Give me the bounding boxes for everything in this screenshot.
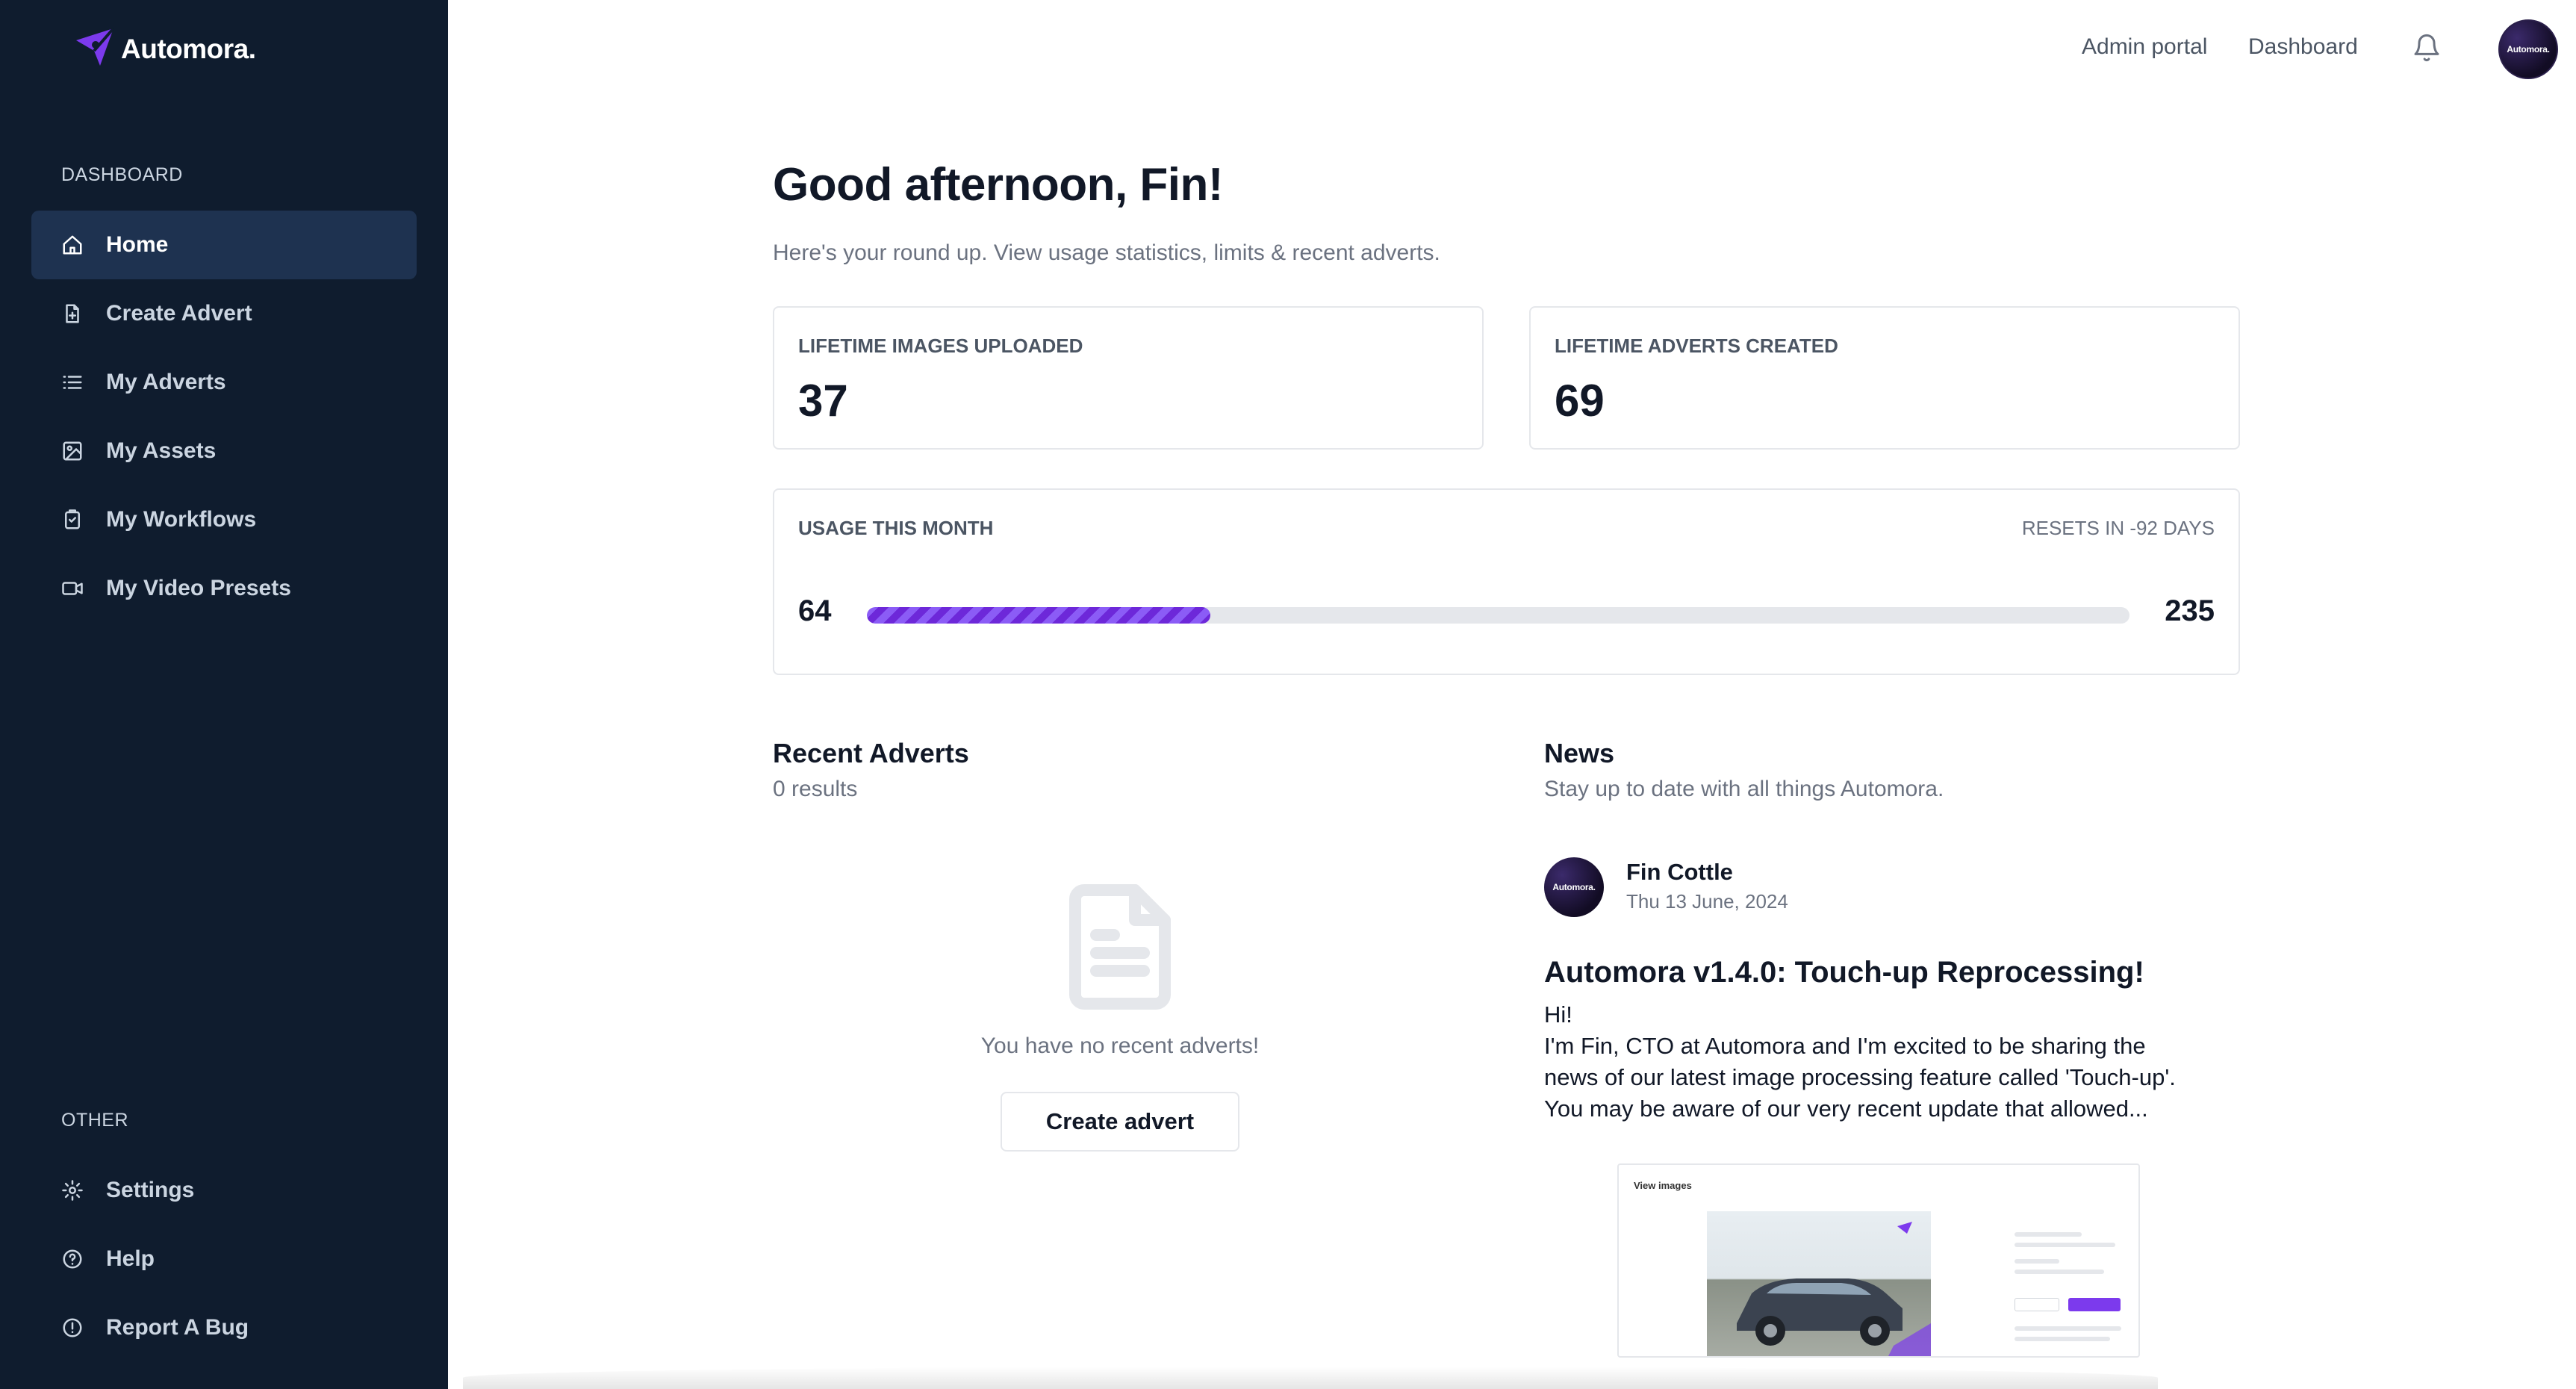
sidebar-item-label: My Assets xyxy=(106,438,217,463)
help-circle-icon xyxy=(61,1248,84,1270)
sidebar-item-my-workflows[interactable]: My Workflows xyxy=(31,485,417,554)
recent-adverts-count: 0 results xyxy=(773,777,858,801)
news-subtitle: Stay up to date with all things Automora… xyxy=(1544,777,1944,801)
stat-value: 37 xyxy=(798,376,848,426)
sidebar-item-report-bug[interactable]: Report A Bug xyxy=(31,1293,417,1362)
news-image-title: View images xyxy=(1634,1180,1692,1191)
author-avatar: Automora. xyxy=(1544,857,1604,917)
sidebar-item-label: My Adverts xyxy=(106,370,226,394)
usage-label: USAGE THIS MONTH xyxy=(798,517,994,539)
sidebar-item-label: Report A Bug xyxy=(106,1315,249,1340)
bottom-scroll-shadow xyxy=(463,1367,2158,1389)
news-screenshot-image: View images xyxy=(1617,1163,2140,1358)
brand-name: Automora. xyxy=(121,33,256,64)
sidebar-item-label: Create Advert xyxy=(106,301,252,326)
avatar-text: Automora. xyxy=(1552,882,1596,892)
news-body-line: You may be aware of our very recent upda… xyxy=(1544,1096,2148,1122)
admin-portal-link[interactable]: Admin portal xyxy=(2082,34,2207,60)
usage-used: 64 xyxy=(798,594,832,627)
brand-logo[interactable]: Automora. xyxy=(73,25,256,72)
news-author: Fin Cottle xyxy=(1626,859,1733,885)
file-plus-icon xyxy=(61,302,84,325)
empty-state-text: You have no recent adverts! xyxy=(980,1034,1260,1058)
stat-label: LIFETIME IMAGES UPLOADED xyxy=(798,335,1083,357)
news-body: Hi! I'm Fin, CTO at Automora and I'm exc… xyxy=(1544,999,2231,1125)
paper-plane-logo-icon xyxy=(73,25,116,72)
news-date: Thu 13 June, 2024 xyxy=(1626,890,1788,913)
sidebar-item-help[interactable]: Help xyxy=(31,1225,417,1293)
stat-value: 69 xyxy=(1555,376,1605,426)
empty-document-icon xyxy=(1069,884,1171,1010)
list-icon xyxy=(61,371,84,394)
sidebar-item-home[interactable]: Home xyxy=(31,211,417,279)
page-subtitle: Here's your round up. View usage statist… xyxy=(773,240,1440,265)
clipboard-icon xyxy=(61,509,84,531)
news-headline[interactable]: Automora v1.4.0: Touch-up Reprocessing! xyxy=(1544,956,2144,989)
stat-card-adverts: LIFETIME ADVERTS CREATED 69 xyxy=(1529,306,2240,450)
usage-progress-fill xyxy=(867,607,1210,624)
stat-card-images: LIFETIME IMAGES UPLOADED 37 xyxy=(773,306,1484,450)
page-title: Good afternoon, Fin! xyxy=(773,159,1224,211)
other-section-label: OTHER xyxy=(61,1110,128,1131)
dashboard-link[interactable]: Dashboard xyxy=(2248,34,2358,60)
stat-label: LIFETIME ADVERTS CREATED xyxy=(1555,335,1838,357)
sidebar-item-label: Help xyxy=(106,1246,155,1271)
sidebar-nav: Home Create Advert My Adverts My Assets … xyxy=(31,211,417,623)
avatar-text: Automora. xyxy=(2507,44,2550,55)
sidebar-item-label: My Workflows xyxy=(106,507,257,532)
sidebar-item-label: My Video Presets xyxy=(106,576,291,600)
car-photo xyxy=(1707,1211,1931,1356)
home-icon xyxy=(61,234,84,256)
bell-icon[interactable] xyxy=(2412,33,2442,63)
create-advert-button[interactable]: Create advert xyxy=(1001,1092,1239,1152)
usage-progress-bar xyxy=(867,607,2129,624)
user-avatar[interactable]: Automora. xyxy=(2498,19,2558,79)
image-icon xyxy=(61,440,84,462)
news-body-line: I'm Fin, CTO at Automora and I'm excited… xyxy=(1544,1033,2146,1059)
video-icon xyxy=(61,577,84,600)
sidebar-item-my-adverts[interactable]: My Adverts xyxy=(31,348,417,417)
usage-card: USAGE THIS MONTH RESETS IN -92 DAYS 64 2… xyxy=(773,488,2240,675)
sidebar-item-label: Settings xyxy=(106,1178,195,1202)
news-title: News xyxy=(1544,738,1615,768)
usage-resets: RESETS IN -92 DAYS xyxy=(2021,517,2215,539)
sidebar-item-create-advert[interactable]: Create Advert xyxy=(31,279,417,348)
gear-icon xyxy=(61,1179,84,1202)
news-body-line: news of our latest image processing feat… xyxy=(1544,1064,2176,1090)
sidebar-item-label: Home xyxy=(106,232,169,257)
news-body-line: Hi! xyxy=(1544,1001,1572,1028)
sidebar-other-nav: Settings Help Report A Bug xyxy=(31,1156,417,1362)
sidebar-item-settings[interactable]: Settings xyxy=(31,1156,417,1225)
recent-adverts-title: Recent Adverts xyxy=(773,738,969,768)
news-image-panel xyxy=(2015,1232,2127,1356)
sidebar-item-my-assets[interactable]: My Assets xyxy=(31,417,417,485)
usage-limit: 235 xyxy=(2165,594,2215,627)
sidebar: Automora. DASHBOARD Home Create Advert M… xyxy=(0,0,448,1389)
alert-circle-icon xyxy=(61,1317,84,1339)
sidebar-item-my-video-presets[interactable]: My Video Presets xyxy=(31,554,417,623)
dashboard-section-label: DASHBOARD xyxy=(61,164,183,185)
